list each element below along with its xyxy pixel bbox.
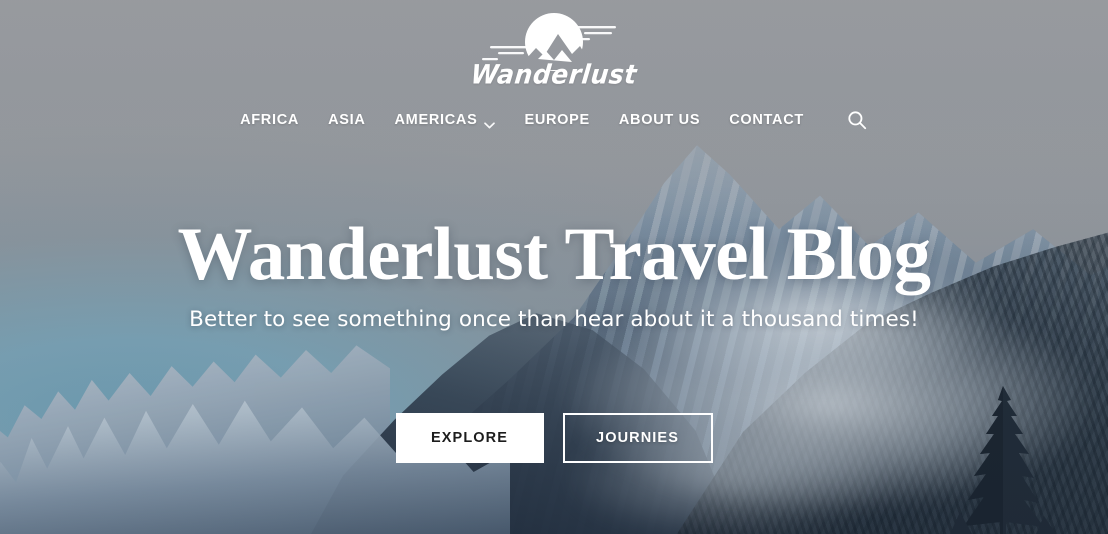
site-header: Wanderlust AFRICA ASIA AMERICAS EUROPE A… [0,0,1108,131]
chevron-down-icon [484,117,496,128]
nav-label: CONTACT [729,112,804,128]
hero-cta-row: EXPLORE JOURNIES [395,412,713,463]
site-logo[interactable]: Wanderlust [468,12,640,90]
nav-item-africa[interactable]: AFRICA [240,112,299,128]
nav-item-asia[interactable]: ASIA [328,112,365,128]
search-icon[interactable] [846,109,868,131]
nav-label: AFRICA [240,112,300,128]
hero-subtitle: Better to see something once than hear a… [189,306,919,332]
main-navigation: AFRICA ASIA AMERICAS EUROPE ABOUT US CON… [240,109,868,131]
nav-label: AMERICAS [394,112,478,128]
nav-item-europe[interactable]: EUROPE [524,112,589,128]
page-title: Wanderlust Travel Blog [177,213,931,296]
explore-button[interactable]: EXPLORE [395,412,544,463]
nav-item-americas[interactable]: AMERICAS [395,112,496,128]
hero-section: Wanderlust AFRICA ASIA AMERICAS EUROPE A… [0,0,1108,534]
journies-button[interactable]: JOURNIES [562,412,713,463]
nav-item-about-us[interactable]: ABOUT US [619,112,700,128]
nav-item-contact[interactable]: CONTACT [729,112,804,128]
nav-label: ABOUT US [618,112,701,128]
nav-label: EUROPE [524,112,590,128]
hero-content: Wanderlust Travel Blog Better to see som… [0,215,1108,463]
nav-label: ASIA [328,112,366,128]
logo-wordmark: Wanderlust [469,59,639,90]
